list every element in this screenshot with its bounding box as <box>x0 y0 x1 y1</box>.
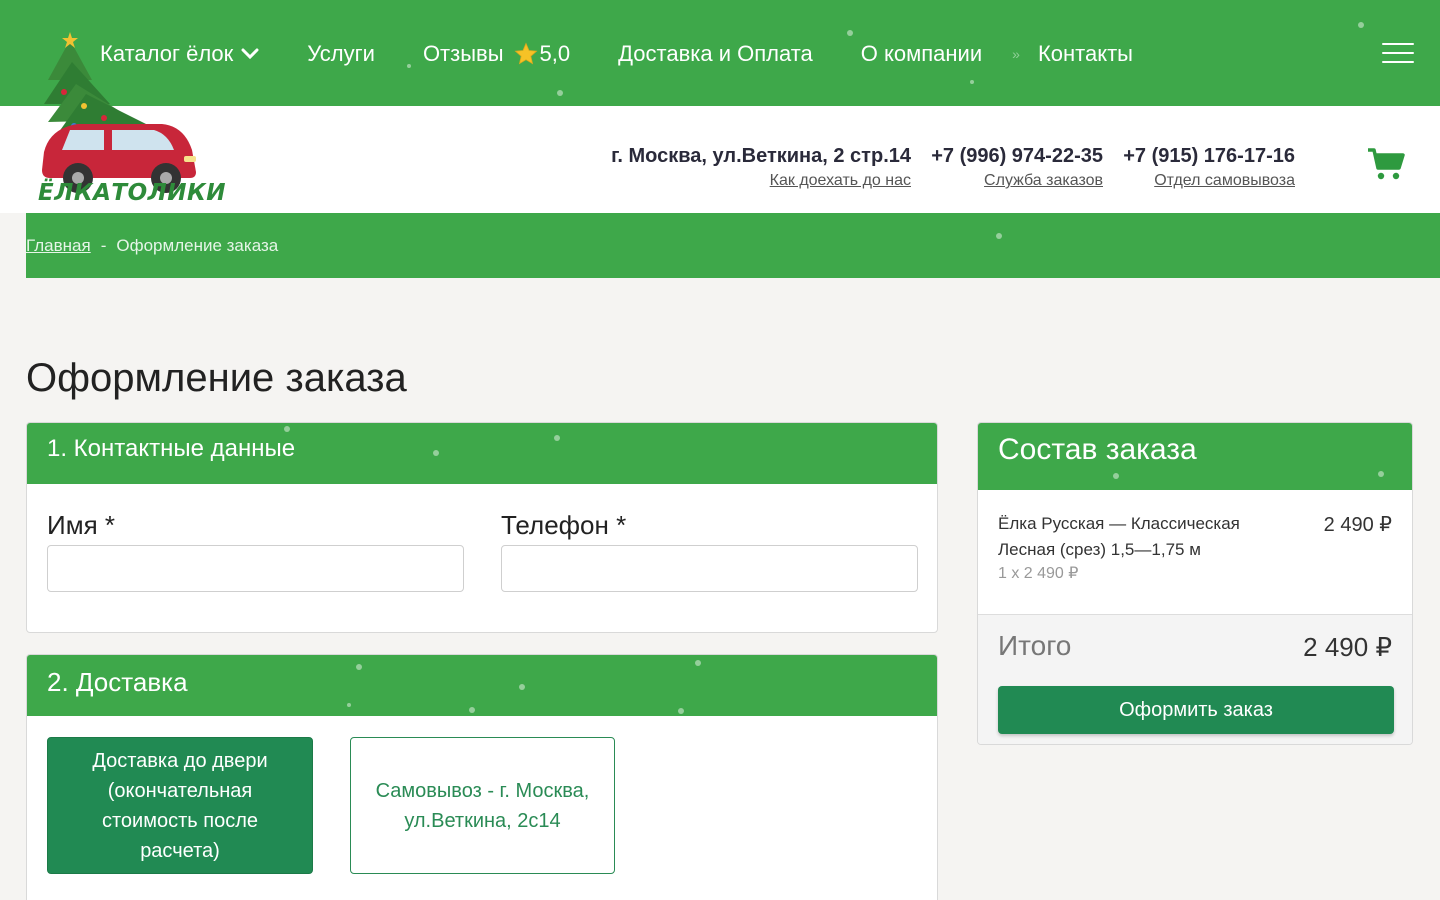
delivery-door-option[interactable]: Доставка до двери (окончательная стоимос… <box>47 737 313 874</box>
nav-delivery-label: Доставка и Оплата <box>618 41 813 66</box>
breadcrumb: Главная - Оформление заказа <box>26 213 1440 278</box>
chevron-down-icon <box>241 48 259 60</box>
nav-contacts-label: Контакты <box>1037 41 1133 66</box>
order-summary-header: Состав заказа <box>978 423 1412 490</box>
directions-link[interactable]: Как доехать до нас <box>770 172 911 190</box>
address-block: г. Москва, ул.Веткина, 2 стр.14 Как доех… <box>611 145 911 190</box>
address-text: г. Москва, ул.Веткина, 2 стр.14 <box>611 145 911 167</box>
order-item-price: 2 490 ₽ <box>1323 514 1392 536</box>
breadcrumb-home[interactable]: Главная <box>26 236 91 256</box>
contact-data-header: 1. Контактные данные <box>27 423 937 484</box>
phone-input[interactable] <box>501 545 918 592</box>
nav-rating-value: 5,0 <box>539 41 571 66</box>
decor-arrow-icon: » <box>1012 46 1020 62</box>
pickup-label: Самовывоз - г. Москва, ул.Веткина, 2с14 <box>375 779 590 832</box>
total-label: Итого <box>998 630 1072 661</box>
nav-contacts[interactable]: Контакты <box>1038 41 1133 67</box>
order-item-qty: 1 x 2 490 ₽ <box>998 565 1079 582</box>
page-title: Оформление заказа <box>26 356 407 400</box>
nav-about[interactable]: О компании <box>861 41 982 67</box>
delivery-panel: 2. Доставка Доставка до двери (окончател… <box>26 654 938 900</box>
nav-reviews-label: Отзывы <box>422 41 504 66</box>
phone-orders-block: +7 (996) 974-22-35 Служба заказов <box>931 145 1103 190</box>
order-summary-title: Состав заказа <box>998 433 1197 466</box>
submit-order-label: Оформить заказ <box>1119 698 1273 721</box>
delivery-title: 2. Доставка <box>47 667 188 697</box>
phone-label: Телефон * <box>501 510 627 540</box>
order-item-name: Ёлка Русская — Классическая Лесная (срез… <box>998 514 1240 559</box>
nav-about-label: О компании <box>860 41 983 66</box>
total-value: 2 490 ₽ <box>1303 632 1392 662</box>
cart-icon[interactable] <box>1367 147 1405 181</box>
breadcrumb-current: Оформление заказа <box>116 236 279 255</box>
name-label: Имя * <box>47 510 115 540</box>
breadcrumb-trail: Главная - Оформление заказа <box>26 236 278 256</box>
contact-data-title: 1. Контактные данные <box>47 435 296 462</box>
delivery-header: 2. Доставка <box>27 655 937 716</box>
hamburger-menu-icon[interactable] <box>1382 43 1414 65</box>
nav-services[interactable]: Услуги <box>307 41 375 67</box>
order-summary-panel: Состав заказа Ёлка Русская — Классическа… <box>977 422 1413 745</box>
pickup-department-link[interactable]: Отдел самовывоза <box>1154 172 1295 190</box>
pickup-option[interactable]: Самовывоз - г. Москва, ул.Веткина, 2с14 <box>350 737 615 874</box>
top-navigation: Каталог ёлок Услуги Отзывы 5,0 Доставка … <box>0 0 1440 106</box>
nav-services-label: Услуги <box>307 41 375 66</box>
star-icon <box>514 42 537 65</box>
phone-pickup[interactable]: +7 (915) 176-17-16 <box>1123 145 1295 168</box>
phone-pickup-block: +7 (915) 176-17-16 Отдел самовывоза <box>1123 145 1295 190</box>
orders-service-link[interactable]: Служба заказов <box>984 172 1103 190</box>
breadcrumb-separator: - <box>100 236 107 255</box>
submit-order-button[interactable]: Оформить заказ <box>998 686 1394 734</box>
nav-delivery[interactable]: Доставка и Оплата <box>618 41 813 67</box>
logo-text: ЁЛКАТОЛИКИ <box>38 180 227 206</box>
name-input[interactable] <box>47 545 464 592</box>
delivery-door-label: Доставка до двери (окончательная стоимос… <box>92 749 268 862</box>
nav-reviews[interactable]: Отзывы 5,0 <box>423 41 570 67</box>
nav-menu: Каталог ёлок Услуги Отзывы 5,0 Доставка … <box>100 38 1133 70</box>
phone-orders[interactable]: +7 (996) 974-22-35 <box>931 145 1103 168</box>
contact-data-panel: 1. Контактные данные Имя * Телефон * <box>26 422 938 633</box>
